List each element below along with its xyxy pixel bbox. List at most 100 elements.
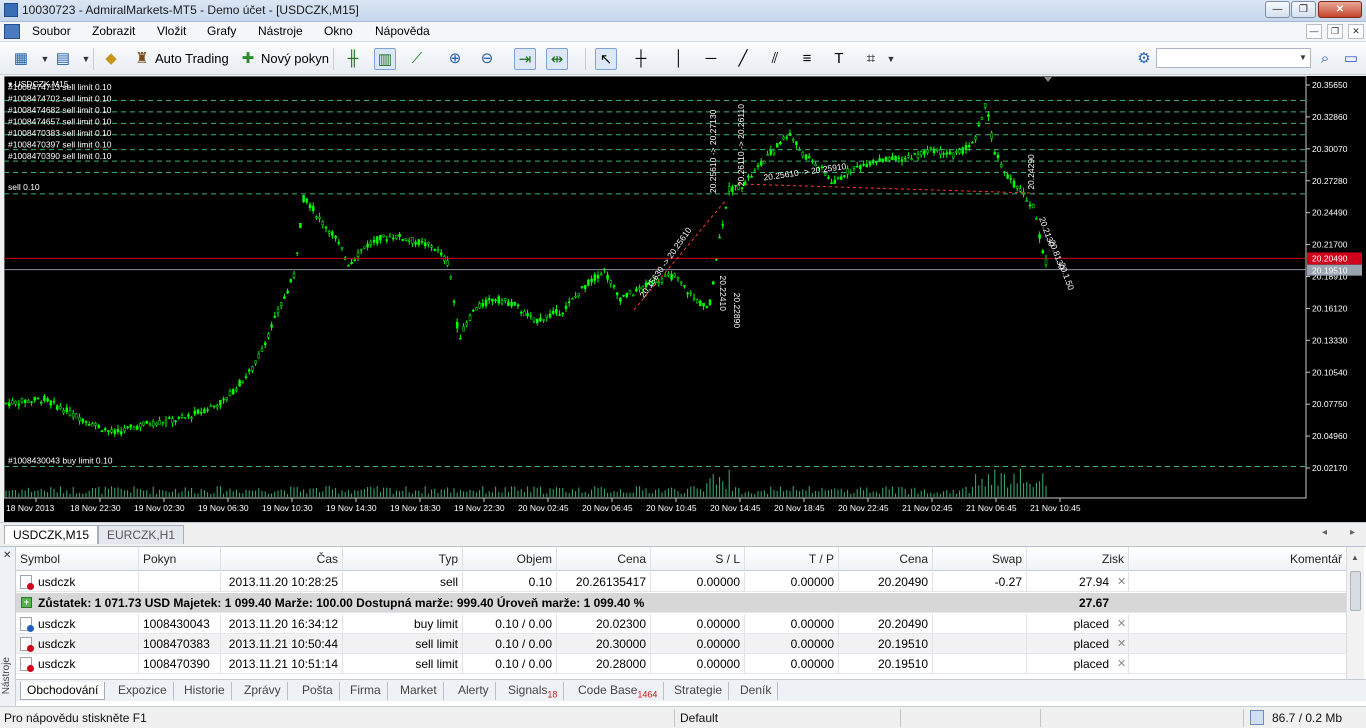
cell-sl[interactable]: 0.00000: [651, 572, 745, 592]
chart-tab-usdczk[interactable]: USDCZK,M15: [4, 525, 99, 544]
scroll-thumb[interactable]: [1350, 571, 1361, 611]
menu-okno[interactable]: Okno: [324, 24, 353, 38]
fibonacci-icon[interactable]: ≡: [796, 48, 818, 70]
minimize-button[interactable]: —: [1265, 1, 1290, 18]
new-order-button[interactable]: Nový pokyn: [261, 46, 329, 71]
cell-status: placed: [1073, 657, 1109, 671]
close-position-icon[interactable]: ✕: [1113, 572, 1129, 592]
tab-firma[interactable]: Firma: [344, 682, 388, 700]
search-icon[interactable]: ⌕: [1314, 48, 1336, 70]
mdi-restore-button[interactable]: ❐: [1327, 24, 1343, 39]
shapes-icon[interactable]: ⌗: [860, 48, 882, 70]
table-row[interactable]: usdczk 2013.11.20 10:28:25 sell 0.10 20.…: [16, 572, 1346, 592]
col-tp[interactable]: T / P: [745, 547, 839, 571]
cell-tp[interactable]: 0.00000: [745, 654, 839, 674]
cell-sl[interactable]: 0.00000: [651, 614, 745, 634]
tab-strategie[interactable]: Strategie: [668, 682, 730, 700]
col-type[interactable]: Typ: [343, 547, 463, 571]
tab-denik[interactable]: Deník: [734, 682, 779, 700]
connection-icon[interactable]: [1250, 710, 1264, 725]
tab-signals[interactable]: Signals18: [502, 682, 565, 700]
tab-obchodovani[interactable]: Obchodování: [20, 682, 106, 700]
menu-grafy[interactable]: Grafy: [207, 24, 236, 38]
text-label-icon[interactable]: T: [828, 48, 850, 70]
vertical-line-icon[interactable]: │: [668, 48, 690, 70]
col-time[interactable]: Čas: [221, 547, 343, 571]
zoom-in-icon[interactable]: ⊕: [444, 48, 466, 70]
chart-canvas[interactable]: ▾ USDCZK,M15#1008474713 sell limit 0.10#…: [4, 76, 1366, 522]
toolbox-close-icon[interactable]: ✕: [3, 550, 11, 561]
horizontal-line-icon[interactable]: ─: [700, 48, 722, 70]
mdi-minimize-button[interactable]: —: [1306, 24, 1322, 39]
new-chart-icon[interactable]: ▦: [10, 48, 32, 70]
search-input[interactable]: ▼: [1156, 48, 1311, 68]
maximize-button[interactable]: ❐: [1291, 1, 1316, 18]
chart-window-icon[interactable]: [4, 24, 20, 39]
scroll-up-icon[interactable]: ▲: [1351, 553, 1359, 562]
tab-expozice[interactable]: Expozice: [112, 682, 174, 700]
table-row[interactable]: usdczk 1008470383 2013.11.21 10:50:44 se…: [16, 634, 1346, 654]
cell-tp[interactable]: 0.00000: [745, 634, 839, 654]
delete-order-icon[interactable]: ✕: [1113, 634, 1129, 654]
col-price[interactable]: Cena: [557, 547, 651, 571]
menu-vlozit[interactable]: Vložit: [157, 24, 186, 38]
status-separator: [1243, 709, 1244, 727]
expand-icon[interactable]: +: [21, 597, 32, 608]
menu-napoveda[interactable]: Nápověda: [375, 24, 430, 38]
price-axis-label: 20.30070: [1312, 144, 1348, 154]
cursor-icon[interactable]: ↖: [595, 48, 617, 70]
delete-order-icon[interactable]: ✕: [1113, 614, 1129, 634]
shapes-dropdown-icon[interactable]: ▼: [880, 48, 902, 70]
search-dropdown-icon[interactable]: ▼: [1296, 49, 1310, 67]
mdi-close-button[interactable]: ✕: [1348, 24, 1364, 39]
col-comment[interactable]: Komentář: [1129, 547, 1346, 571]
help-icon[interactable]: ▭: [1340, 48, 1362, 70]
tab-zpravy[interactable]: Zprávy: [238, 682, 288, 700]
table-row[interactable]: usdczk 1008470390 2013.11.21 10:51:14 se…: [16, 654, 1346, 674]
line-chart-icon[interactable]: ⟋: [406, 48, 428, 70]
crosshair-icon[interactable]: ┼: [630, 48, 652, 70]
col-current-price[interactable]: Cena: [839, 547, 933, 571]
close-button[interactable]: ✕: [1318, 1, 1362, 18]
auto-trading-button[interactable]: Auto Trading: [155, 46, 229, 71]
candlestick-chart-icon[interactable]: ▥: [374, 48, 396, 70]
delete-order-icon[interactable]: ✕: [1113, 654, 1129, 674]
new-order-icon[interactable]: ✚: [237, 48, 259, 70]
cell-sl[interactable]: 0.00000: [651, 634, 745, 654]
chart-tabs-left-arrow-icon[interactable]: ◂: [1322, 527, 1327, 538]
chart-tab-eurczk[interactable]: EURCZK,H1: [98, 525, 185, 544]
trendline-icon[interactable]: ╱: [732, 48, 754, 70]
bar-chart-icon[interactable]: ╫: [342, 48, 364, 70]
col-sl[interactable]: S / L: [651, 547, 745, 571]
price-chart[interactable]: ▾ USDCZK,M15 #1008474713 sell limit 0.10 #…: [4, 76, 1366, 522]
cell-symbol: usdczk: [34, 654, 139, 674]
cell-tp[interactable]: 0.00000: [745, 572, 839, 592]
tab-alerty[interactable]: Alerty: [452, 682, 496, 700]
table-scrollbar[interactable]: ▲: [1346, 547, 1364, 680]
chart-shift-icon[interactable]: ⇹: [546, 48, 568, 70]
zoom-out-icon[interactable]: ⊖: [476, 48, 498, 70]
menu-soubor[interactable]: Soubor: [32, 24, 71, 38]
time-axis-label: 19 Nov 06:30: [198, 503, 249, 513]
cell-tp[interactable]: 0.00000: [745, 614, 839, 634]
auto-trading-icon[interactable]: ♜: [131, 48, 153, 70]
cell-sl[interactable]: 0.00000: [651, 654, 745, 674]
menu-nastroje[interactable]: Nástroje: [258, 24, 303, 38]
tab-code-base[interactable]: Code Base1464: [572, 682, 665, 700]
equidistant-channel-icon[interactable]: ⫽: [764, 48, 786, 70]
col-swap[interactable]: Swap: [933, 547, 1027, 571]
col-symbol[interactable]: Symbol: [16, 547, 139, 571]
chart-tabs-right-arrow-icon[interactable]: ▸: [1350, 527, 1355, 538]
col-profit[interactable]: Zisk: [1027, 547, 1129, 571]
table-row[interactable]: usdczk 1008430043 2013.11.20 16:34:12 bu…: [16, 614, 1346, 634]
auto-scroll-icon[interactable]: ⇥: [514, 48, 536, 70]
tab-historie[interactable]: Historie: [178, 682, 232, 700]
market-watch-icon[interactable]: ◆: [100, 48, 122, 70]
tab-market[interactable]: Market: [394, 682, 444, 700]
menu-zobrazit[interactable]: Zobrazit: [92, 24, 135, 38]
col-order[interactable]: Pokyn: [139, 547, 221, 571]
profiles-icon[interactable]: ▤: [52, 48, 74, 70]
tab-posta[interactable]: Pošta: [296, 682, 340, 700]
col-volume[interactable]: Objem: [463, 547, 557, 571]
gear-icon[interactable]: ⚙: [1133, 48, 1155, 70]
